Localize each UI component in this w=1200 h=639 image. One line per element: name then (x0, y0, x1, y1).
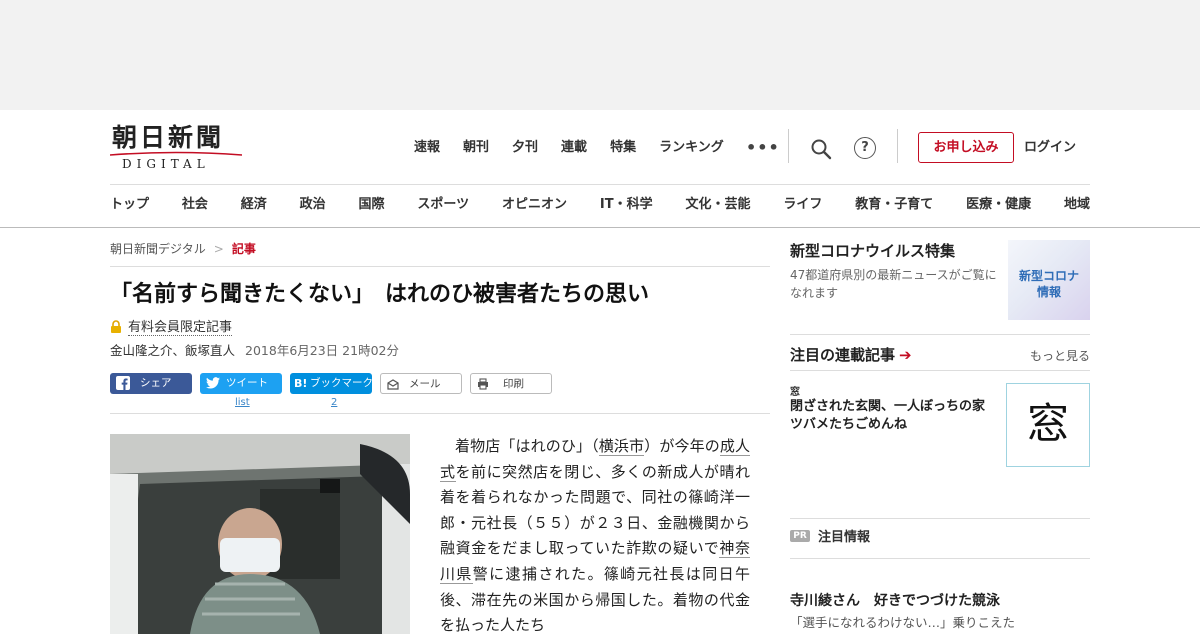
hatena-bookmark-label: ブックマーク (310, 377, 373, 389)
print-label: 印刷 (503, 378, 524, 390)
breadcrumb-current: 記事 (231, 242, 256, 256)
category-economy[interactable]: 経済 (241, 195, 267, 215)
logo-digital-text: DIGITAL (122, 157, 210, 171)
category-society[interactable]: 社会 (182, 195, 208, 215)
lock-icon (111, 320, 121, 333)
corona-feature-desc: 47都道府県別の最新ニュースがご覧になれます (790, 268, 997, 300)
article-date: 2018年6月23日 21時02分 (245, 343, 399, 358)
keyword-link-yokohama[interactable]: 横浜市 (598, 437, 645, 456)
top-nav-tokushu[interactable]: 特集 (610, 138, 636, 158)
corona-feature-title[interactable]: 新型コロナウイルス特集 (790, 240, 955, 261)
pr-badge: PR (790, 530, 810, 542)
category-health[interactable]: 医療・健康 (966, 195, 1031, 215)
top-nav-choukan[interactable]: 朝刊 (463, 138, 489, 158)
article-paragraph: 着物店「はれのひ」（横浜市）が今年の成人式を前に突然店を閉じ、多くの新成人が晴れ… (440, 434, 750, 639)
category-nav: トップ 社会 経済 政治 国際 スポーツ オピニオン IT・科学 文化・芸能 ラ… (110, 195, 1090, 215)
facebook-share-button[interactable]: シェア (110, 373, 192, 394)
category-top[interactable]: トップ (110, 195, 149, 215)
category-opinion[interactable]: オピニオン (502, 195, 567, 215)
body-text: ）が今年の (644, 437, 720, 455)
corona-feature-thumbnail[interactable]: 新型コロナ 情報 (1008, 240, 1090, 320)
twitter-count[interactable]: list (235, 397, 250, 408)
body-text: 着物店「はれのひ」（ (455, 437, 599, 455)
twitter-tweet-button[interactable]: ツイート (200, 373, 282, 394)
divider (790, 518, 1090, 519)
serial-item-thumbnail[interactable]: 窓 (1006, 383, 1090, 467)
search-icon[interactable] (810, 138, 832, 160)
divider (110, 266, 770, 267)
top-nav-ranking[interactable]: ランキング (659, 138, 724, 158)
facebook-share-label: シェア (140, 377, 172, 389)
site-header: 朝日新聞 DIGITAL 速報 朝刊 夕刊 連載 特集 ランキング ••• ? … (0, 110, 1200, 228)
category-politics[interactable]: 政治 (300, 195, 326, 215)
top-nav-sokuho[interactable]: 速報 (414, 138, 440, 158)
arrow-right-icon: ➔ (899, 346, 912, 364)
category-it-science[interactable]: IT・科学 (600, 195, 653, 215)
divider (790, 370, 1090, 371)
category-international[interactable]: 国際 (359, 195, 385, 215)
breadcrumb: 朝日新聞デジタル > 記事 (110, 240, 256, 257)
body-text: を前に突然店を閉じ、多くの新成人が晴れ着を着られなかった問題で、同社の篠崎洋一郎… (440, 462, 750, 558)
more-menu-button[interactable]: ••• (746, 138, 780, 158)
header-divider (897, 129, 898, 163)
pr-section-title: 注目情報 (818, 530, 871, 545)
category-life[interactable]: ライフ (783, 195, 822, 215)
serial-item-title[interactable]: 閉ざされた玄関、一人ぼっちの家 ツバメたちごめんね (790, 398, 998, 434)
mail-share-label: メール (409, 378, 441, 390)
asahi-digital-logo[interactable]: 朝日新聞 DIGITAL (110, 123, 242, 171)
car-passenger-photo (110, 434, 410, 634)
printer-icon (478, 378, 488, 390)
article-title: 「名前すら聞きたくない」 はれのひ被害者たちの思い (110, 282, 650, 307)
pr-item-title[interactable]: 寺川綾さん 好きでつづけた競泳 (790, 590, 1000, 610)
facebook-icon (116, 376, 130, 390)
pr-item-desc: 「選手になれるわけない…」乗りこえた (790, 615, 1016, 630)
article-photo[interactable] (110, 434, 410, 634)
category-culture[interactable]: 文化・芸能 (685, 195, 750, 215)
paid-member-text: 有料会員限定記事 (128, 320, 233, 336)
top-nav-yuukan[interactable]: 夕刊 (512, 138, 538, 158)
byline: 金山隆之介、飯塚直人 2018年6月23日 21時02分 (110, 340, 399, 359)
hatena-count[interactable]: 2 (331, 397, 337, 408)
divider (790, 334, 1090, 335)
header-rule (110, 184, 1090, 185)
twitter-icon (206, 377, 220, 389)
corona-thumb-text: 新型コロナ 情報 (1018, 269, 1079, 299)
twitter-tweet-label: ツイート (226, 377, 268, 389)
category-education[interactable]: 教育・子育て (855, 195, 933, 215)
divider (110, 413, 770, 414)
paid-member-label[interactable]: 有料会員限定記事 (110, 316, 233, 336)
mail-share-button[interactable]: メール (380, 373, 462, 394)
breadcrumb-home[interactable]: 朝日新聞デジタル (110, 242, 206, 256)
serial-section-title: 注目の連載記事 ➔ (790, 344, 912, 365)
serial-thumb-kanji: 窓 (1026, 399, 1069, 448)
top-nav: 速報 朝刊 夕刊 連載 特集 ランキング (414, 138, 747, 158)
category-sports[interactable]: スポーツ (417, 195, 469, 215)
article-authors: 金山隆之介、飯塚直人 (110, 343, 236, 358)
serial-more-link[interactable]: もっと見る (1030, 347, 1090, 364)
breadcrumb-separator: > (213, 242, 224, 256)
help-icon[interactable]: ? (854, 137, 876, 159)
mail-icon (387, 378, 399, 390)
serial-tag: 窓 (790, 387, 800, 398)
category-region[interactable]: 地域 (1064, 195, 1090, 215)
ad-banner-area (0, 0, 1200, 110)
header-divider (788, 129, 789, 163)
logo-kanji: 朝日新聞 (112, 123, 225, 152)
serial-section-label: 注目の連載記事 (790, 346, 896, 364)
divider (790, 558, 1090, 559)
top-nav-rensai[interactable]: 連載 (561, 138, 587, 158)
print-button[interactable]: 印刷 (470, 373, 552, 394)
hatena-bookmark-button[interactable]: B! ブックマーク (290, 373, 373, 394)
apply-button[interactable]: お申し込み (918, 132, 1014, 163)
body-text: 警に逮捕された。篠崎元社長は同日午後、滞在先の米国から帰国した。着物の代金を払っ… (440, 564, 750, 635)
login-link[interactable]: ログイン (1024, 138, 1076, 158)
hatena-icon: B! (294, 377, 308, 390)
article-body: 着物店「はれのひ」（横浜市）が今年の成人式を前に突然店を閉じ、多くの新成人が晴れ… (440, 434, 750, 639)
